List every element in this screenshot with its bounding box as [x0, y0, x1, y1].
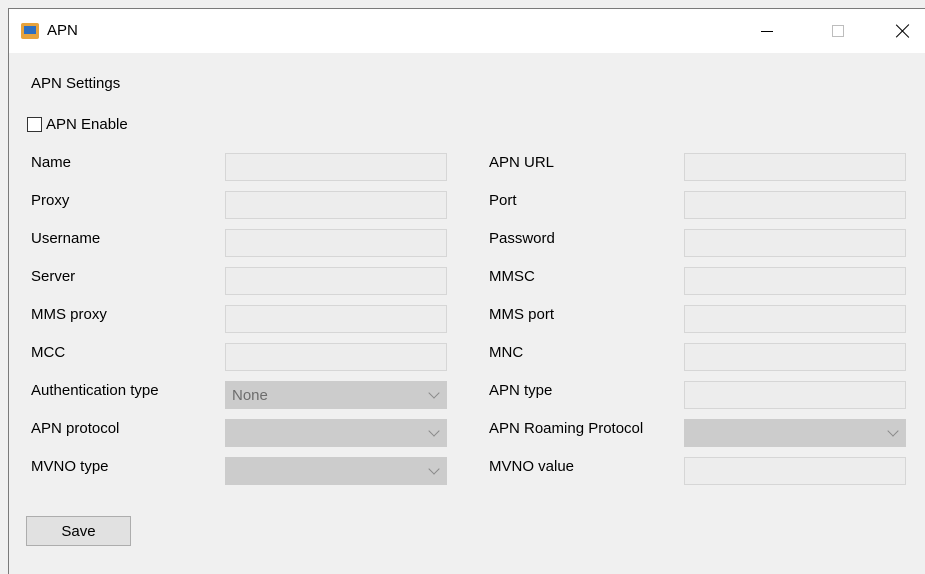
checkbox-box[interactable]: [27, 117, 42, 132]
mms-proxy-input[interactable]: [225, 305, 447, 333]
section-title: APN Settings: [31, 75, 121, 92]
port-label: Port: [489, 192, 517, 209]
chevron-down-icon: [428, 463, 440, 475]
mcc-label: MCC: [31, 344, 66, 361]
close-icon: [896, 24, 910, 38]
maximize-button[interactable]: [815, 9, 861, 53]
password-label: Password: [489, 230, 555, 247]
port-input[interactable]: [684, 191, 906, 219]
auth-type-select[interactable]: None: [225, 381, 447, 409]
window-title: APN: [47, 22, 78, 39]
chevron-down-icon: [428, 387, 440, 399]
mms-port-label: MMS port: [489, 306, 555, 323]
password-input[interactable]: [684, 229, 906, 257]
apn-enable-label: APN Enable: [46, 116, 128, 133]
name-label: Name: [31, 154, 72, 171]
server-input[interactable]: [225, 267, 447, 295]
app-window-icon: [21, 23, 39, 39]
apn-window: APN APN Settings APN Enable Name Proxy U…: [8, 8, 925, 574]
mmsc-label: MMSC: [489, 268, 535, 285]
close-button[interactable]: [880, 9, 925, 53]
name-input[interactable]: [225, 153, 447, 181]
apn-url-input[interactable]: [684, 153, 906, 181]
minimize-icon: [761, 30, 773, 32]
auth-type-value: None: [232, 387, 268, 404]
mmsc-input[interactable]: [684, 267, 906, 295]
chevron-down-icon: [428, 425, 440, 437]
mvno-value-input[interactable]: [684, 457, 906, 485]
proxy-input[interactable]: [225, 191, 447, 219]
mnc-label: MNC: [489, 344, 524, 361]
apn-roaming-protocol-label: APN Roaming Protocol: [489, 420, 644, 437]
auth-type-label: Authentication type: [31, 382, 159, 399]
proxy-label: Proxy: [31, 192, 70, 209]
mnc-input[interactable]: [684, 343, 906, 371]
title-bar: APN: [9, 9, 925, 53]
apn-type-input[interactable]: [684, 381, 906, 409]
mvno-type-select[interactable]: [225, 457, 447, 485]
maximize-icon: [832, 25, 844, 37]
username-label: Username: [31, 230, 101, 247]
mms-port-input[interactable]: [684, 305, 906, 333]
apn-type-label: APN type: [489, 382, 553, 399]
apn-url-label: APN URL: [489, 154, 555, 171]
apn-enable-checkbox[interactable]: APN Enable: [27, 116, 128, 133]
mcc-input[interactable]: [225, 343, 447, 371]
server-label: Server: [31, 268, 76, 285]
apn-roaming-protocol-select[interactable]: [684, 419, 906, 447]
apn-protocol-label: APN protocol: [31, 420, 120, 437]
mms-proxy-label: MMS proxy: [31, 306, 107, 323]
apn-protocol-select[interactable]: [225, 419, 447, 447]
minimize-button[interactable]: [744, 9, 790, 53]
username-input[interactable]: [225, 229, 447, 257]
save-button[interactable]: Save: [26, 516, 131, 546]
mvno-type-label: MVNO type: [31, 458, 109, 475]
chevron-down-icon: [887, 425, 899, 437]
mvno-value-label: MVNO value: [489, 458, 575, 475]
